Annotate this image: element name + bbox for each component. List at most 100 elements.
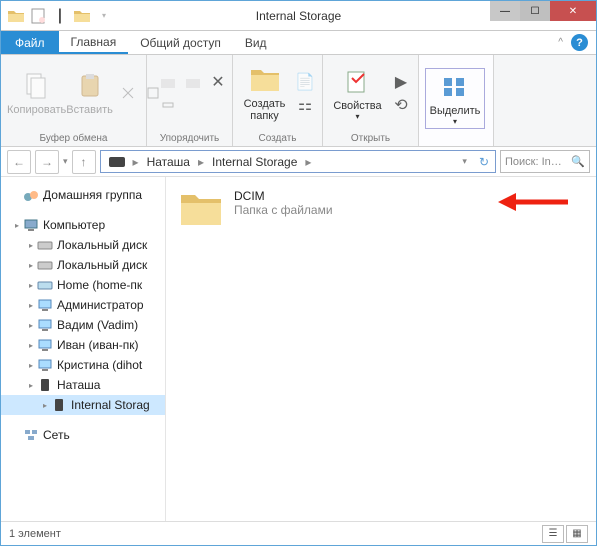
folder-icon[interactable] bbox=[7, 7, 25, 25]
tree-item[interactable]: ▸Сеть bbox=[1, 425, 165, 445]
open-icon[interactable]: ▶ bbox=[390, 72, 412, 92]
maximize-button[interactable]: ☐ bbox=[520, 1, 550, 21]
tree-item-label: Вадим (Vadim) bbox=[57, 318, 138, 332]
delete-icon[interactable]: ✕ bbox=[207, 72, 229, 92]
view-details-button[interactable]: ☰ bbox=[542, 525, 564, 543]
ribbon-toggle-icon[interactable]: ^ bbox=[558, 37, 563, 48]
chevron-right-icon[interactable]: ▸ bbox=[29, 281, 33, 290]
tree-item[interactable]: ▸ Вадим (Vadim) bbox=[1, 315, 165, 335]
chevron-right-icon[interactable]: ▸ bbox=[29, 361, 33, 370]
select-button[interactable]: Выделить ▾ bbox=[425, 68, 485, 129]
folder-icon bbox=[178, 189, 224, 229]
content-pane[interactable]: DCIM Папка с файлами bbox=[166, 177, 596, 521]
tree-item-label: Home (home-пк bbox=[57, 278, 142, 292]
copy-to-icon[interactable] bbox=[182, 72, 204, 92]
tree-item-label: Компьютер bbox=[43, 218, 105, 232]
tree-item[interactable]: ▸Кристина (dihot bbox=[1, 355, 165, 375]
group-label-organize: Упорядочить bbox=[147, 131, 232, 146]
explorer-window: | ▾ Internal Storage — ☐ ✕ Файл Главная … bbox=[0, 0, 597, 546]
chevron-right-icon[interactable]: ▸ bbox=[29, 321, 33, 330]
tree-item-label: Локальный диск bbox=[57, 238, 147, 252]
search-input[interactable]: Поиск: In… 🔍 bbox=[500, 150, 590, 173]
ribbon-group-organize: ✕ Упорядочить bbox=[147, 55, 233, 146]
close-button[interactable]: ✕ bbox=[550, 1, 596, 21]
phone-icon bbox=[37, 377, 53, 393]
folder-subtitle: Папка с файлами bbox=[234, 203, 333, 217]
refresh-icon[interactable]: ↻ bbox=[473, 155, 495, 169]
window-controls: — ☐ ✕ bbox=[490, 1, 596, 30]
group-label-select bbox=[419, 142, 493, 146]
new-folder-label: Создать папку bbox=[244, 98, 286, 122]
tree-item[interactable]: ▸Администратор bbox=[1, 295, 165, 315]
new-doc-icon[interactable] bbox=[29, 7, 47, 25]
tree-item[interactable]: ▸ Home (home-пк bbox=[1, 275, 165, 295]
history-icon[interactable]: ⟲ bbox=[390, 95, 412, 115]
arrow-annotation-icon bbox=[498, 191, 568, 218]
ribbon-group-select: Выделить ▾ bbox=[419, 55, 494, 146]
easy-access-icon[interactable]: ⚏ bbox=[294, 95, 316, 115]
group-label-create: Создать bbox=[233, 131, 322, 146]
tab-share[interactable]: Общий доступ bbox=[128, 31, 233, 54]
navigation-tree: ▸Домашняя группа▸Компьютер▸Локальный дис… bbox=[1, 177, 166, 521]
tab-home[interactable]: Главная bbox=[59, 31, 129, 54]
view-large-button[interactable]: ▦ bbox=[566, 525, 588, 543]
tree-item[interactable]: ▸ Internal Storag bbox=[1, 395, 165, 415]
breadcrumb-seg-1[interactable]: Internal Storage bbox=[208, 155, 301, 169]
new-folder-button[interactable]: Создать папку bbox=[239, 64, 290, 122]
rename-icon[interactable] bbox=[157, 95, 179, 115]
status-text: 1 элемент bbox=[9, 528, 61, 540]
folder-name: DCIM bbox=[234, 189, 333, 203]
status-bar: 1 элемент ☰ ▦ bbox=[1, 521, 596, 545]
forward-button[interactable]: → bbox=[35, 150, 59, 174]
tree-item[interactable]: ▸Домашняя группа bbox=[1, 185, 165, 205]
tab-view[interactable]: Вид bbox=[233, 31, 279, 54]
paste-button[interactable]: Вставить bbox=[66, 70, 113, 116]
body: ▸Домашняя группа▸Компьютер▸Локальный дис… bbox=[1, 177, 596, 521]
tree-item-label: Internal Storag bbox=[71, 398, 150, 412]
homegroup-icon bbox=[23, 187, 39, 203]
chevron-right-icon[interactable]: ▸ bbox=[29, 301, 33, 310]
netfolder-icon bbox=[37, 357, 53, 373]
computer-icon bbox=[23, 217, 39, 233]
chevron-right-icon[interactable]: ▸ bbox=[29, 241, 33, 250]
chevron-right-icon[interactable]: ▸ bbox=[29, 261, 33, 270]
file-tab[interactable]: Файл bbox=[1, 31, 59, 54]
breadcrumb-dropdown-icon[interactable]: ▾ bbox=[456, 156, 473, 167]
tree-item[interactable]: ▸Иван (иван-пк) bbox=[1, 335, 165, 355]
quick-access-toolbar: | ▾ bbox=[1, 7, 113, 25]
tree-item-label: Наташа bbox=[57, 378, 100, 392]
disk-icon bbox=[37, 237, 53, 253]
cut-icon[interactable] bbox=[117, 83, 139, 103]
move-icon[interactable] bbox=[157, 72, 179, 92]
netfolder-icon bbox=[37, 297, 53, 313]
recent-locations-icon[interactable]: ▾ bbox=[63, 156, 68, 167]
tree-item-label: Домашняя группа bbox=[43, 188, 142, 202]
search-placeholder: Поиск: In… bbox=[505, 156, 562, 168]
properties-button[interactable]: Свойства ▾ bbox=[329, 66, 386, 121]
search-icon: 🔍 bbox=[571, 155, 585, 168]
tree-item[interactable]: ▸ Наташа bbox=[1, 375, 165, 395]
new-item-icon[interactable]: 📄 bbox=[294, 72, 316, 92]
ribbon-tabs: Файл Главная Общий доступ Вид ^ ? bbox=[1, 31, 596, 55]
back-button[interactable]: ← bbox=[7, 150, 31, 174]
tree-item[interactable]: ▸ Компьютер bbox=[1, 215, 165, 235]
breadcrumb[interactable]: ▸ Наташа ▸ Internal Storage ▸ ▾ ↻ bbox=[100, 150, 496, 173]
minimize-button[interactable]: — bbox=[490, 1, 520, 21]
chevron-right-icon[interactable]: ▸ bbox=[15, 221, 19, 230]
tree-item[interactable]: ▸Локальный диск bbox=[1, 255, 165, 275]
open-folder-icon[interactable] bbox=[73, 7, 91, 25]
paste-label: Вставить bbox=[66, 104, 113, 116]
phone-icon bbox=[51, 397, 67, 413]
chevron-right-icon[interactable]: ▸ bbox=[29, 381, 33, 390]
copy-button[interactable]: Копировать bbox=[7, 70, 66, 116]
group-label-clipboard: Буфер обмена bbox=[1, 131, 146, 146]
chevron-down-icon[interactable]: ▾ bbox=[95, 7, 113, 25]
tree-item[interactable]: ▸ Локальный диск bbox=[1, 235, 165, 255]
ribbon-group-clipboard: Копировать Вставить Буфер обмена bbox=[1, 55, 147, 146]
chevron-right-icon[interactable]: ▸ bbox=[43, 401, 47, 410]
help-icon[interactable]: ? bbox=[571, 34, 588, 51]
up-button[interactable]: ↑ bbox=[72, 150, 96, 174]
chevron-right-icon[interactable]: ▸ bbox=[29, 341, 33, 350]
ribbon: Копировать Вставить Буфер обмена ✕ bbox=[1, 55, 596, 147]
breadcrumb-seg-0[interactable]: Наташа bbox=[143, 155, 194, 169]
